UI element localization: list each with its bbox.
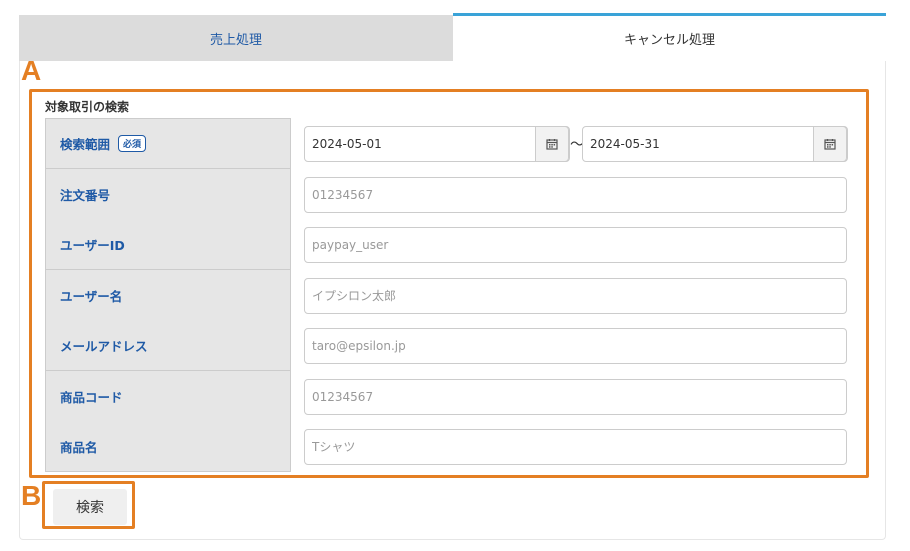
field-label: 検索範囲 必須 xyxy=(45,118,291,169)
order-number-input[interactable] xyxy=(304,177,847,213)
tab-sales-processing[interactable]: 売上処理 xyxy=(19,15,453,61)
field-label: 商品コード xyxy=(45,371,291,422)
date-to-input[interactable] xyxy=(582,126,848,162)
calendar-icon[interactable] xyxy=(813,126,847,162)
required-badge: 必須 xyxy=(118,135,147,152)
product-code-input[interactable] xyxy=(304,379,847,415)
form-row-user-name: ユーザー名 xyxy=(45,270,847,321)
annotation-marker-a: A xyxy=(21,55,42,86)
form-row-product-code: 商品コード xyxy=(45,371,847,422)
email-input[interactable] xyxy=(304,328,847,364)
tab-bar: 売上処理 キャンセル処理 xyxy=(19,13,886,61)
annotation-marker-b: B xyxy=(21,480,42,511)
form-row-user-id: ユーザーID xyxy=(45,219,847,270)
date-range-label: 検索範囲 xyxy=(60,137,111,152)
form-row-email: メールアドレス xyxy=(45,320,847,371)
form-row-product-name: 商品名 xyxy=(45,421,847,472)
search-button[interactable]: 検索 xyxy=(53,489,127,525)
product-name-input[interactable] xyxy=(304,429,847,465)
user-name-input[interactable] xyxy=(304,278,847,314)
form-row-date-range: 検索範囲 必須 ～ xyxy=(45,118,848,169)
field-label: 注文番号 xyxy=(45,169,291,220)
section-title: 対象取引の検索 xyxy=(45,100,130,114)
calendar-icon[interactable] xyxy=(535,126,569,162)
form-row-order-number: 注文番号 xyxy=(45,169,847,220)
tab-cancel-processing[interactable]: キャンセル処理 xyxy=(453,13,886,61)
user-id-input[interactable] xyxy=(304,227,847,263)
field-label: ユーザー名 xyxy=(45,270,291,321)
date-from-input[interactable] xyxy=(304,126,570,162)
field-label: ユーザーID xyxy=(45,219,291,270)
field-label: メールアドレス xyxy=(45,320,291,371)
field-label: 商品名 xyxy=(45,421,291,472)
